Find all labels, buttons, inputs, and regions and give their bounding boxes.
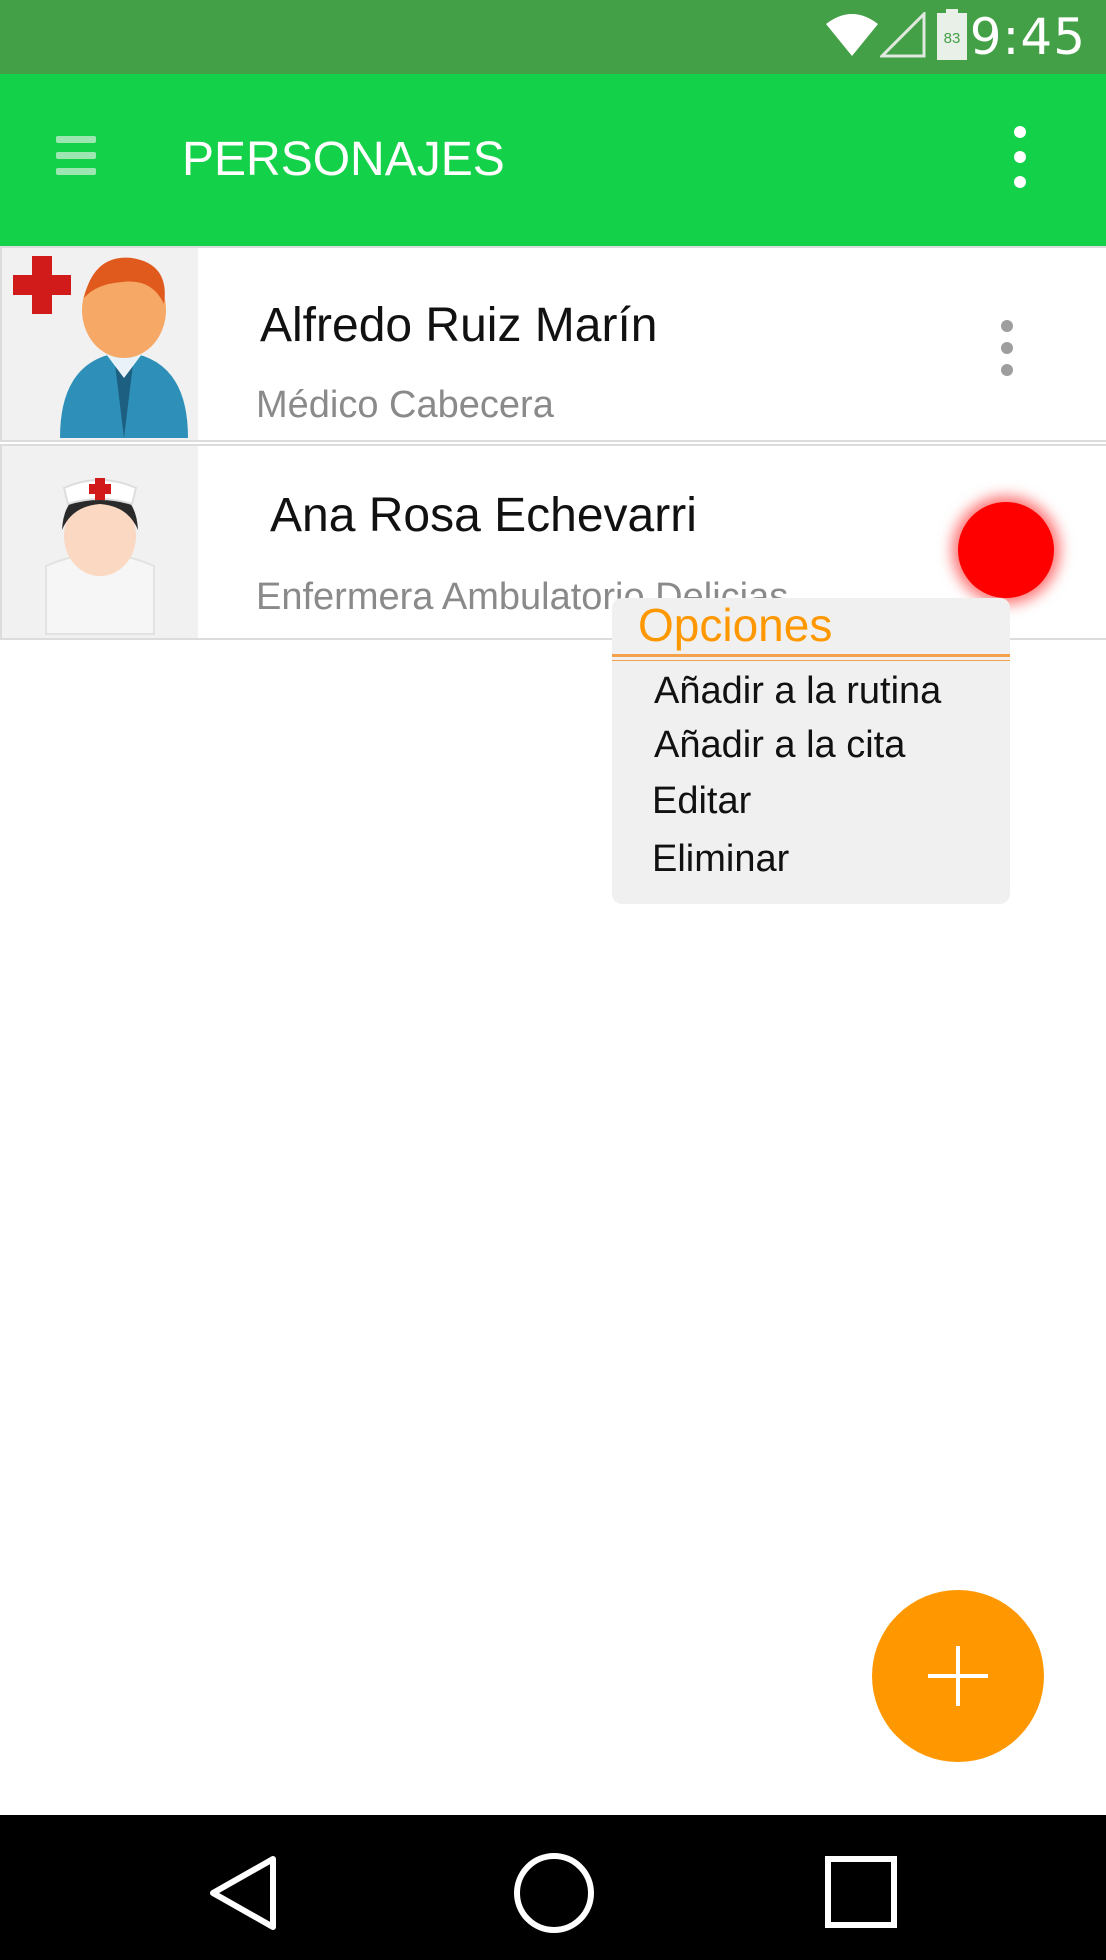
contact-name: Alfredo Ruiz Marín (260, 299, 658, 352)
page-title: PERSONAJES (182, 133, 505, 186)
divider (612, 660, 1010, 661)
doctor-avatar-icon (2, 248, 198, 440)
menu-item-add-routine[interactable]: Añadir a la rutina (654, 670, 941, 713)
divider (612, 654, 1010, 657)
menu-title: Opciones (638, 599, 833, 651)
navigation-bar (0, 1815, 1106, 1960)
recents-square-icon[interactable] (824, 1855, 898, 1929)
wifi-icon (826, 14, 878, 56)
add-button[interactable] (872, 1590, 1044, 1762)
nurse-avatar-icon (2, 446, 198, 638)
menu-item-add-appointment[interactable]: Añadir a la cita (654, 724, 905, 767)
battery-icon: 83 (937, 9, 967, 60)
status-time: 9:45 (969, 8, 1086, 66)
list-item[interactable]: Alfredo Ruiz Marín Médico Cabecera (0, 246, 1106, 442)
back-triangle-icon[interactable] (205, 1853, 283, 1933)
contact-role: Médico Cabecera (256, 384, 554, 426)
contact-name: Ana Rosa Echevarri (270, 489, 697, 542)
cell-signal-icon (880, 12, 926, 58)
app-bar: PERSONAJES (0, 74, 1106, 246)
options-menu: Opciones Añadir a la rutina Añadir a la … (612, 598, 1010, 904)
status-bar: 83 9:45 (0, 0, 1106, 74)
status-indicator (958, 502, 1054, 598)
home-circle-icon[interactable] (512, 1851, 596, 1935)
menu-item-edit[interactable]: Editar (652, 780, 751, 823)
svg-text:83: 83 (944, 30, 961, 47)
hamburger-menu-icon[interactable] (56, 136, 96, 184)
more-vert-icon[interactable] (992, 320, 1022, 380)
menu-item-delete[interactable]: Eliminar (652, 838, 789, 881)
more-vert-icon[interactable] (1002, 126, 1038, 192)
